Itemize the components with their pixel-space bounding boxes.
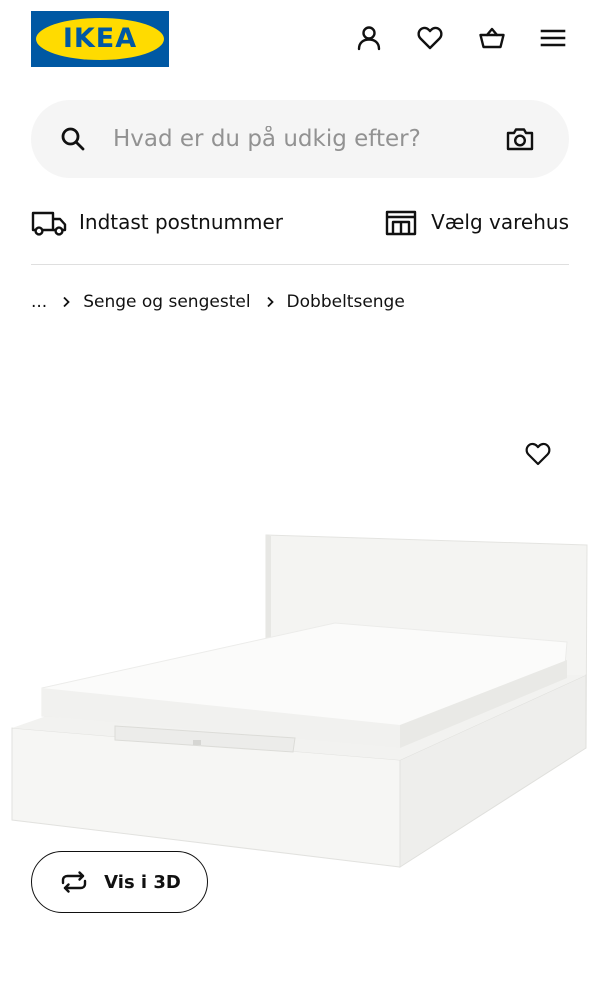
heart-icon[interactable] (412, 20, 448, 56)
divider (31, 264, 569, 265)
breadcrumb: ... Senge og sengestel Dobbeltsenge (31, 288, 405, 316)
store-label: Vælg varehus (431, 210, 569, 234)
search-input[interactable] (113, 120, 493, 158)
breadcrumb-item-senge-og-sengestel[interactable]: Senge og sengestel (83, 292, 250, 312)
user-icon[interactable] (351, 20, 387, 56)
logo-text: IKEA (62, 23, 138, 54)
basket-icon[interactable] (474, 20, 510, 56)
add-to-favorites-button[interactable] (520, 436, 556, 472)
bed-image (11, 534, 588, 868)
heart-icon (525, 442, 551, 466)
store-icon (385, 210, 417, 236)
menu-icon[interactable] (535, 20, 571, 56)
search-bar[interactable] (31, 100, 569, 178)
rotate-3d-icon (61, 871, 87, 893)
top-header: IKEA (0, 0, 600, 80)
registered-mark (153, 21, 159, 27)
truck-icon (31, 211, 67, 236)
breadcrumb-item-dobbeltsenge[interactable]: Dobbeltsenge (287, 292, 405, 312)
product-image (0, 520, 600, 880)
breadcrumb-ellipsis[interactable]: ... (31, 292, 47, 312)
ikea-logo[interactable]: IKEA (31, 11, 169, 67)
view-in-3d-button[interactable]: Vis i 3D (31, 851, 208, 913)
store-button[interactable]: Vælg varehus (383, 202, 569, 242)
postcode-label: Indtast postnummer (79, 210, 284, 234)
chevron-right-icon (261, 295, 279, 309)
camera-icon[interactable] (505, 124, 535, 154)
view-in-3d-label: Vis i 3D (104, 871, 181, 893)
postcode-button[interactable]: Indtast postnummer (31, 202, 283, 242)
chevron-right-icon (57, 295, 75, 309)
search-icon[interactable] (59, 125, 87, 153)
